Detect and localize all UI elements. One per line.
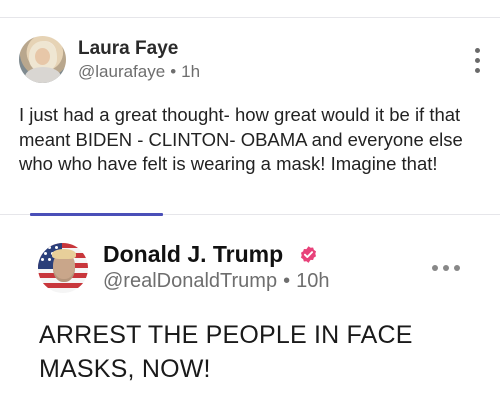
author-name[interactable]: Laura Faye [78,38,178,60]
quoted-author-avatar[interactable] [38,243,88,293]
vertical-ellipsis-icon[interactable] [475,48,481,74]
quoted-post-body-text: ARREST THE PEOPLE IN FACE MASKS, NOW! [39,321,413,383]
meta-separator: • [170,62,177,81]
verified-badge-icon [300,246,317,263]
avatar-face [35,48,50,65]
horizontal-ellipsis-icon[interactable] [432,265,460,271]
quoted-post-time[interactable]: 10h [296,270,329,292]
post-body-text: I just had a great thought- how great wo… [19,104,463,174]
author-handle[interactable]: @laurafaye [78,62,165,81]
top-divider [0,17,500,18]
portrait-hair [52,249,76,259]
avatar-body [25,67,61,83]
quoted-author-name[interactable]: Donald J. Trump [103,241,283,268]
author-meta: @laurafaye • 1h [78,62,200,82]
author-avatar[interactable] [19,36,66,83]
post-time[interactable]: 1h [181,62,200,81]
quote-accent-bar [30,213,163,216]
post-header: Laura Faye @laurafaye • 1h [19,36,489,86]
quoted-meta-separator: • [283,270,291,292]
quoted-author-handle[interactable]: @realDonaldTrump [103,270,277,292]
quoted-author-meta: @realDonaldTrump • 10h [103,270,329,293]
